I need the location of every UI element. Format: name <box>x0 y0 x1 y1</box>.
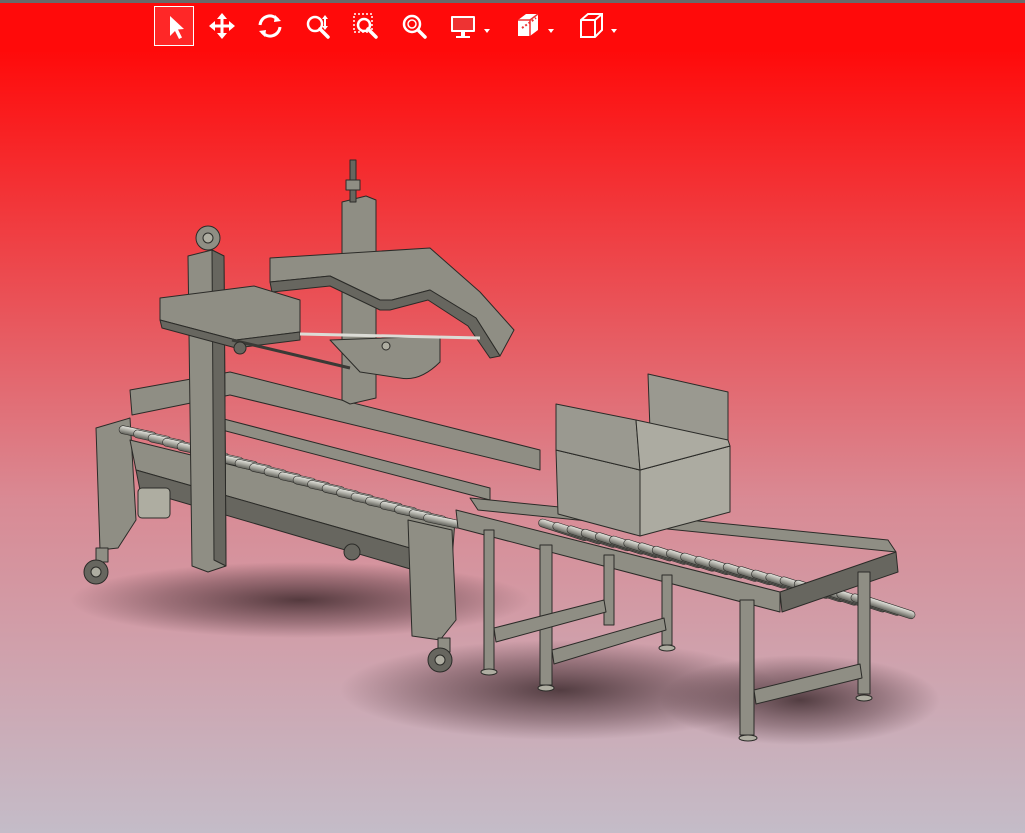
motor-cylinder <box>137 487 171 519</box>
base-leg-right <box>407 519 457 641</box>
monitor-icon <box>451 16 475 38</box>
3d-viewport[interactable] <box>0 0 1025 833</box>
rotate-button[interactable] <box>250 6 290 46</box>
cube-icon <box>580 13 603 38</box>
zoom-updown-icon <box>306 15 330 39</box>
standard-views-dropdown-arrow-icon[interactable] <box>609 21 619 33</box>
display-mode-button[interactable] <box>444 6 484 46</box>
section-view-dropdown-arrow-icon[interactable] <box>546 21 556 33</box>
pan-button[interactable] <box>202 6 242 46</box>
model-canvas[interactable] <box>0 0 1025 833</box>
rotate-icon <box>258 14 282 38</box>
select-button[interactable] <box>154 6 194 46</box>
zoom-window-icon <box>353 13 378 39</box>
zoom-fit-icon <box>402 14 427 39</box>
section-view-button[interactable] <box>508 6 548 46</box>
caster-mid <box>343 543 361 561</box>
section-box-icon <box>518 13 539 36</box>
move-arrows-icon <box>209 13 235 39</box>
zoom-window-button[interactable] <box>346 6 386 46</box>
caster-right <box>427 637 453 673</box>
cursor-arrow-icon <box>170 16 184 39</box>
base-end-panel <box>95 417 137 551</box>
standard-views-button[interactable] <box>571 6 611 46</box>
zoom-fit-button[interactable] <box>394 6 434 46</box>
caster-left <box>83 547 109 585</box>
display-mode-dropdown-arrow-icon[interactable] <box>482 21 492 33</box>
zoom-button[interactable] <box>298 6 338 46</box>
